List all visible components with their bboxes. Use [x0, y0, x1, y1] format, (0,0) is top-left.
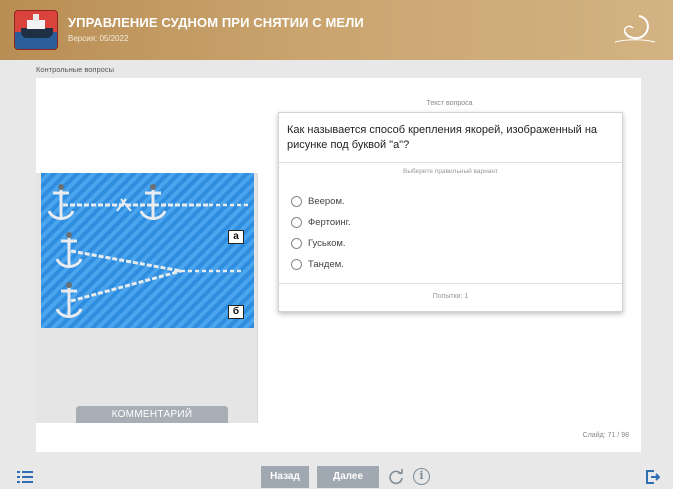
exit-icon[interactable] — [646, 470, 660, 484]
comment-button[interactable]: КОММЕНТАРИЙ — [76, 406, 228, 423]
ship-icon — [14, 10, 58, 50]
next-button[interactable]: Далее — [317, 466, 379, 488]
answer-option-label: Фертоинг. — [308, 217, 351, 228]
anchor-illustration: а б — [41, 173, 254, 328]
question-text: Как называется способ крепления якорей, … — [279, 113, 622, 163]
radio-button[interactable] — [291, 217, 302, 228]
answer-hint: Выберите правильный вариант — [403, 168, 498, 175]
radio-button[interactable] — [291, 259, 302, 270]
app-header: УПРАВЛЕНИЕ СУДНОМ ПРИ СНЯТИИ С МЕЛИ Верс… — [0, 0, 673, 60]
question-box: Как называется способ крепления якорей, … — [278, 112, 623, 312]
answer-option[interactable]: Фертоинг. — [291, 212, 351, 233]
image-pane: а б КОММЕНТАРИЙ — [36, 78, 258, 423]
slide-card: а б КОММЕНТАРИЙ Текст вопроса Как называ… — [36, 78, 641, 452]
info-icon[interactable]: i — [413, 468, 430, 485]
answer-option[interactable]: Гуськом. — [291, 233, 351, 254]
answer-option-label: Гуськом. — [308, 238, 346, 249]
app-title: УПРАВЛЕНИЕ СУДНОМ ПРИ СНЯТИИ С МЕЛИ — [68, 15, 364, 30]
app-version: Версия: 05/2022 — [68, 34, 129, 43]
radio-button[interactable] — [291, 196, 302, 207]
section-label: Контрольные вопросы — [36, 65, 114, 74]
brand-logo-icon — [614, 15, 656, 43]
attempts-counter: Попытки: 1 — [432, 293, 469, 300]
menu-list-icon[interactable] — [17, 471, 33, 483]
slide-counter: Слайд: 71 / 98 — [582, 432, 629, 439]
back-button[interactable]: Назад — [261, 466, 309, 488]
radio-button[interactable] — [291, 238, 302, 249]
answer-option[interactable]: Веером. — [291, 191, 351, 212]
answer-option-label: Веером. — [308, 196, 345, 207]
answer-option[interactable]: Тандем. — [291, 254, 351, 275]
label-a: а — [228, 230, 244, 244]
question-type-label: Текст вопроса — [426, 100, 473, 107]
answer-options: Веером. Фертоинг. Гуськом. Тандем. — [291, 191, 351, 275]
answer-option-label: Тандем. — [308, 259, 344, 270]
refresh-icon[interactable] — [388, 469, 404, 485]
label-b: б — [228, 305, 244, 319]
anchor-chains-icon — [47, 184, 251, 318]
